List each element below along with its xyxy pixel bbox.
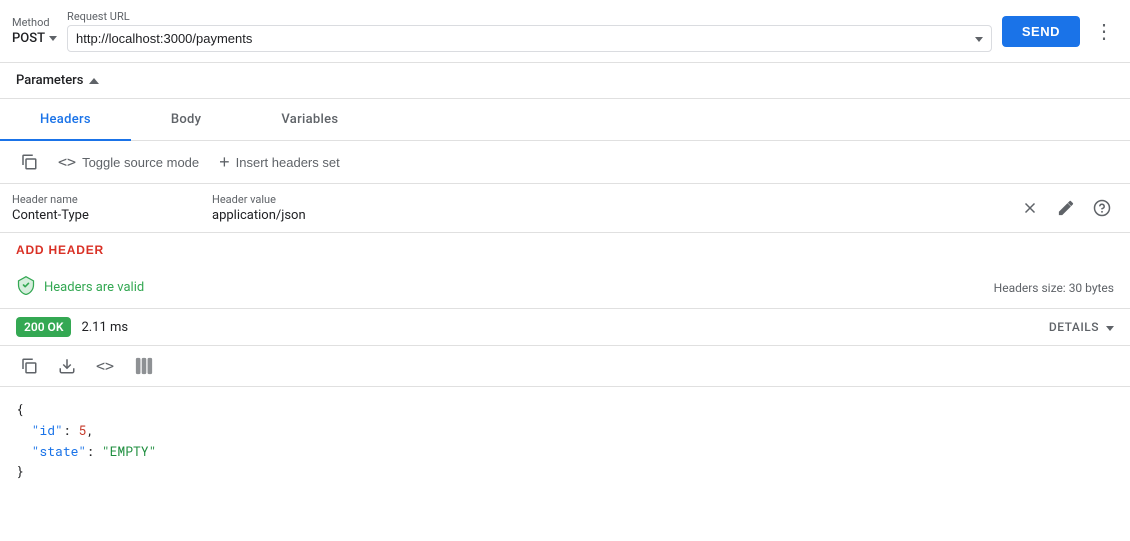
url-label: Request URL xyxy=(67,10,992,23)
pencil-icon xyxy=(1057,199,1075,217)
columns-icon xyxy=(134,356,154,376)
method-select[interactable]: POST xyxy=(12,31,57,46)
header-name-value: Content-Type xyxy=(12,208,212,223)
delete-header-button[interactable] xyxy=(1014,192,1046,224)
send-button[interactable]: SEND xyxy=(1002,16,1080,47)
parameters-toggle[interactable]: Parameters xyxy=(16,73,1114,88)
insert-headers-button[interactable]: + Insert headers set xyxy=(211,149,348,175)
code-icon: <> xyxy=(58,153,76,171)
help-header-button[interactable] xyxy=(1086,192,1118,224)
tab-variables[interactable]: Variables xyxy=(241,100,378,141)
headers-toolbar: <> Toggle source mode + Insert headers s… xyxy=(0,141,1130,184)
header-row: Header name Content-Type Header value ap… xyxy=(0,184,1130,233)
status-badge: 200 OK xyxy=(16,317,71,337)
tab-headers[interactable]: Headers xyxy=(0,100,131,141)
tab-body[interactable]: Body xyxy=(131,100,241,141)
method-label: Method xyxy=(12,16,57,29)
header-name-col: Header name Content-Type xyxy=(12,193,212,223)
top-bar: Method POST Request URL SEND ⋮ xyxy=(0,0,1130,63)
details-button[interactable]: DETAILS xyxy=(1049,320,1114,334)
parameters-chevron-icon xyxy=(89,78,99,84)
method-group: Method POST xyxy=(12,16,57,46)
response-time: 2.11 ms xyxy=(81,320,128,335)
response-copy-icon xyxy=(20,357,38,375)
url-input-wrapper xyxy=(67,25,992,52)
parameters-label: Parameters xyxy=(16,73,83,88)
response-columns-button[interactable] xyxy=(126,352,162,380)
close-icon xyxy=(1021,199,1039,217)
header-value-value: application/json xyxy=(212,208,1002,223)
edit-header-button[interactable] xyxy=(1050,192,1082,224)
response-copy-button[interactable] xyxy=(12,353,46,379)
response-download-button[interactable] xyxy=(50,353,84,379)
method-chevron-icon xyxy=(49,36,57,41)
headers-size: Headers size: 30 bytes xyxy=(994,281,1114,295)
add-header-button[interactable]: ADD HEADER xyxy=(0,233,120,267)
header-actions xyxy=(1014,192,1118,224)
method-value: POST xyxy=(12,31,45,46)
url-dropdown-icon[interactable] xyxy=(975,31,983,46)
json-line-2: "id": 5, xyxy=(16,420,1114,441)
url-input[interactable] xyxy=(76,31,975,46)
valid-icon xyxy=(16,275,36,300)
json-line-3: "state": "EMPTY" xyxy=(16,441,1114,462)
valid-text: Headers are valid xyxy=(44,280,144,295)
header-value-label: Header value xyxy=(212,193,1002,206)
add-header-container: ADD HEADER xyxy=(0,233,1130,267)
response-source-button[interactable]: <> xyxy=(88,353,122,379)
tabs-bar: Headers Body Variables xyxy=(0,99,1130,141)
json-response: { "id": 5, "state": "EMPTY" } xyxy=(0,387,1130,494)
more-options-button[interactable]: ⋮ xyxy=(1090,17,1118,45)
valid-left: Headers are valid xyxy=(16,275,994,300)
valid-bar: Headers are valid Headers size: 30 bytes xyxy=(0,267,1130,309)
copy-button[interactable] xyxy=(12,149,46,175)
plus-icon: + xyxy=(219,153,230,171)
status-bar: 200 OK 2.11 ms DETAILS xyxy=(0,309,1130,346)
details-chevron-icon xyxy=(1103,320,1114,334)
download-icon xyxy=(58,357,76,375)
parameters-section: Parameters xyxy=(0,63,1130,99)
response-toolbar: <> xyxy=(0,346,1130,387)
header-name-label: Header name xyxy=(12,193,212,206)
url-group: Request URL xyxy=(67,10,992,52)
help-icon xyxy=(1093,199,1111,217)
copy-icon xyxy=(20,153,38,171)
toggle-source-button[interactable]: <> Toggle source mode xyxy=(50,149,207,175)
json-line-1: { xyxy=(16,399,1114,420)
header-value-col: Header value application/json xyxy=(212,193,1002,223)
response-code-icon: <> xyxy=(96,357,114,375)
json-line-4: } xyxy=(16,461,1114,482)
